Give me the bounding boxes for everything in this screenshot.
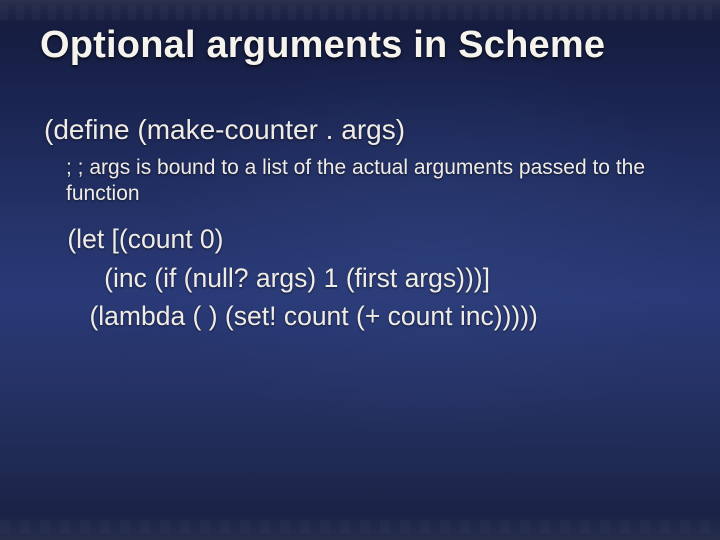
slide-body: (define (make-counter . args) ; ; args i… bbox=[44, 112, 680, 335]
slide-title: Optional arguments in Scheme bbox=[40, 24, 680, 67]
code-line-2: (inc (if (null? args) 1 (first args)))] bbox=[60, 263, 490, 293]
slide: Optional arguments in Scheme (define (ma… bbox=[0, 0, 720, 540]
code-define-line: (define (make-counter . args) bbox=[44, 112, 680, 147]
code-block: (let [(count 0) (inc (if (null? args) 1 … bbox=[60, 220, 680, 335]
code-line-3: (lambda ( ) (set! count (+ count inc))))… bbox=[60, 301, 538, 331]
decorative-bottom-mosaic bbox=[0, 520, 720, 534]
code-comment: ; ; args is bound to a list of the actua… bbox=[66, 155, 666, 206]
code-line-1: (let [(count 0) bbox=[60, 224, 223, 254]
